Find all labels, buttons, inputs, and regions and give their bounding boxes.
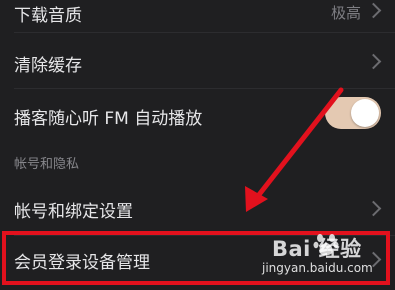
watermark-main: Bai 经验	[272, 237, 362, 261]
podcast-autoplay-label: 播客随心听 FM 自动播放	[14, 109, 203, 129]
divider	[14, 88, 395, 89]
podcast-autoplay-toggle[interactable]	[325, 97, 381, 129]
baidu-watermark: Bai 经验 jingyan.baidu.com	[258, 231, 378, 281]
download-quality-value: 极高	[330, 4, 361, 22]
chevron-right-icon	[365, 2, 382, 19]
account-binding-label: 帐号和绑定设置	[14, 202, 133, 222]
section-title-account-privacy: 帐号和隐私	[14, 157, 80, 172]
divider	[14, 32, 395, 33]
chevron-right-icon	[365, 53, 382, 70]
download-quality-label: 下载音质	[14, 6, 82, 26]
setting-download-quality[interactable]: 下载音质 极高	[0, 0, 395, 26]
clear-cache-label: 清除缓存	[14, 56, 82, 76]
setting-account-binding[interactable]: 帐号和绑定设置	[0, 186, 395, 230]
setting-podcast-autoplay: 播客随心听 FM 自动播放	[0, 92, 395, 136]
watermark-url: jingyan.baidu.com	[262, 261, 373, 275]
chevron-right-icon	[365, 200, 382, 217]
setting-clear-cache[interactable]: 清除缓存	[0, 40, 395, 84]
toggle-knob	[351, 99, 379, 127]
